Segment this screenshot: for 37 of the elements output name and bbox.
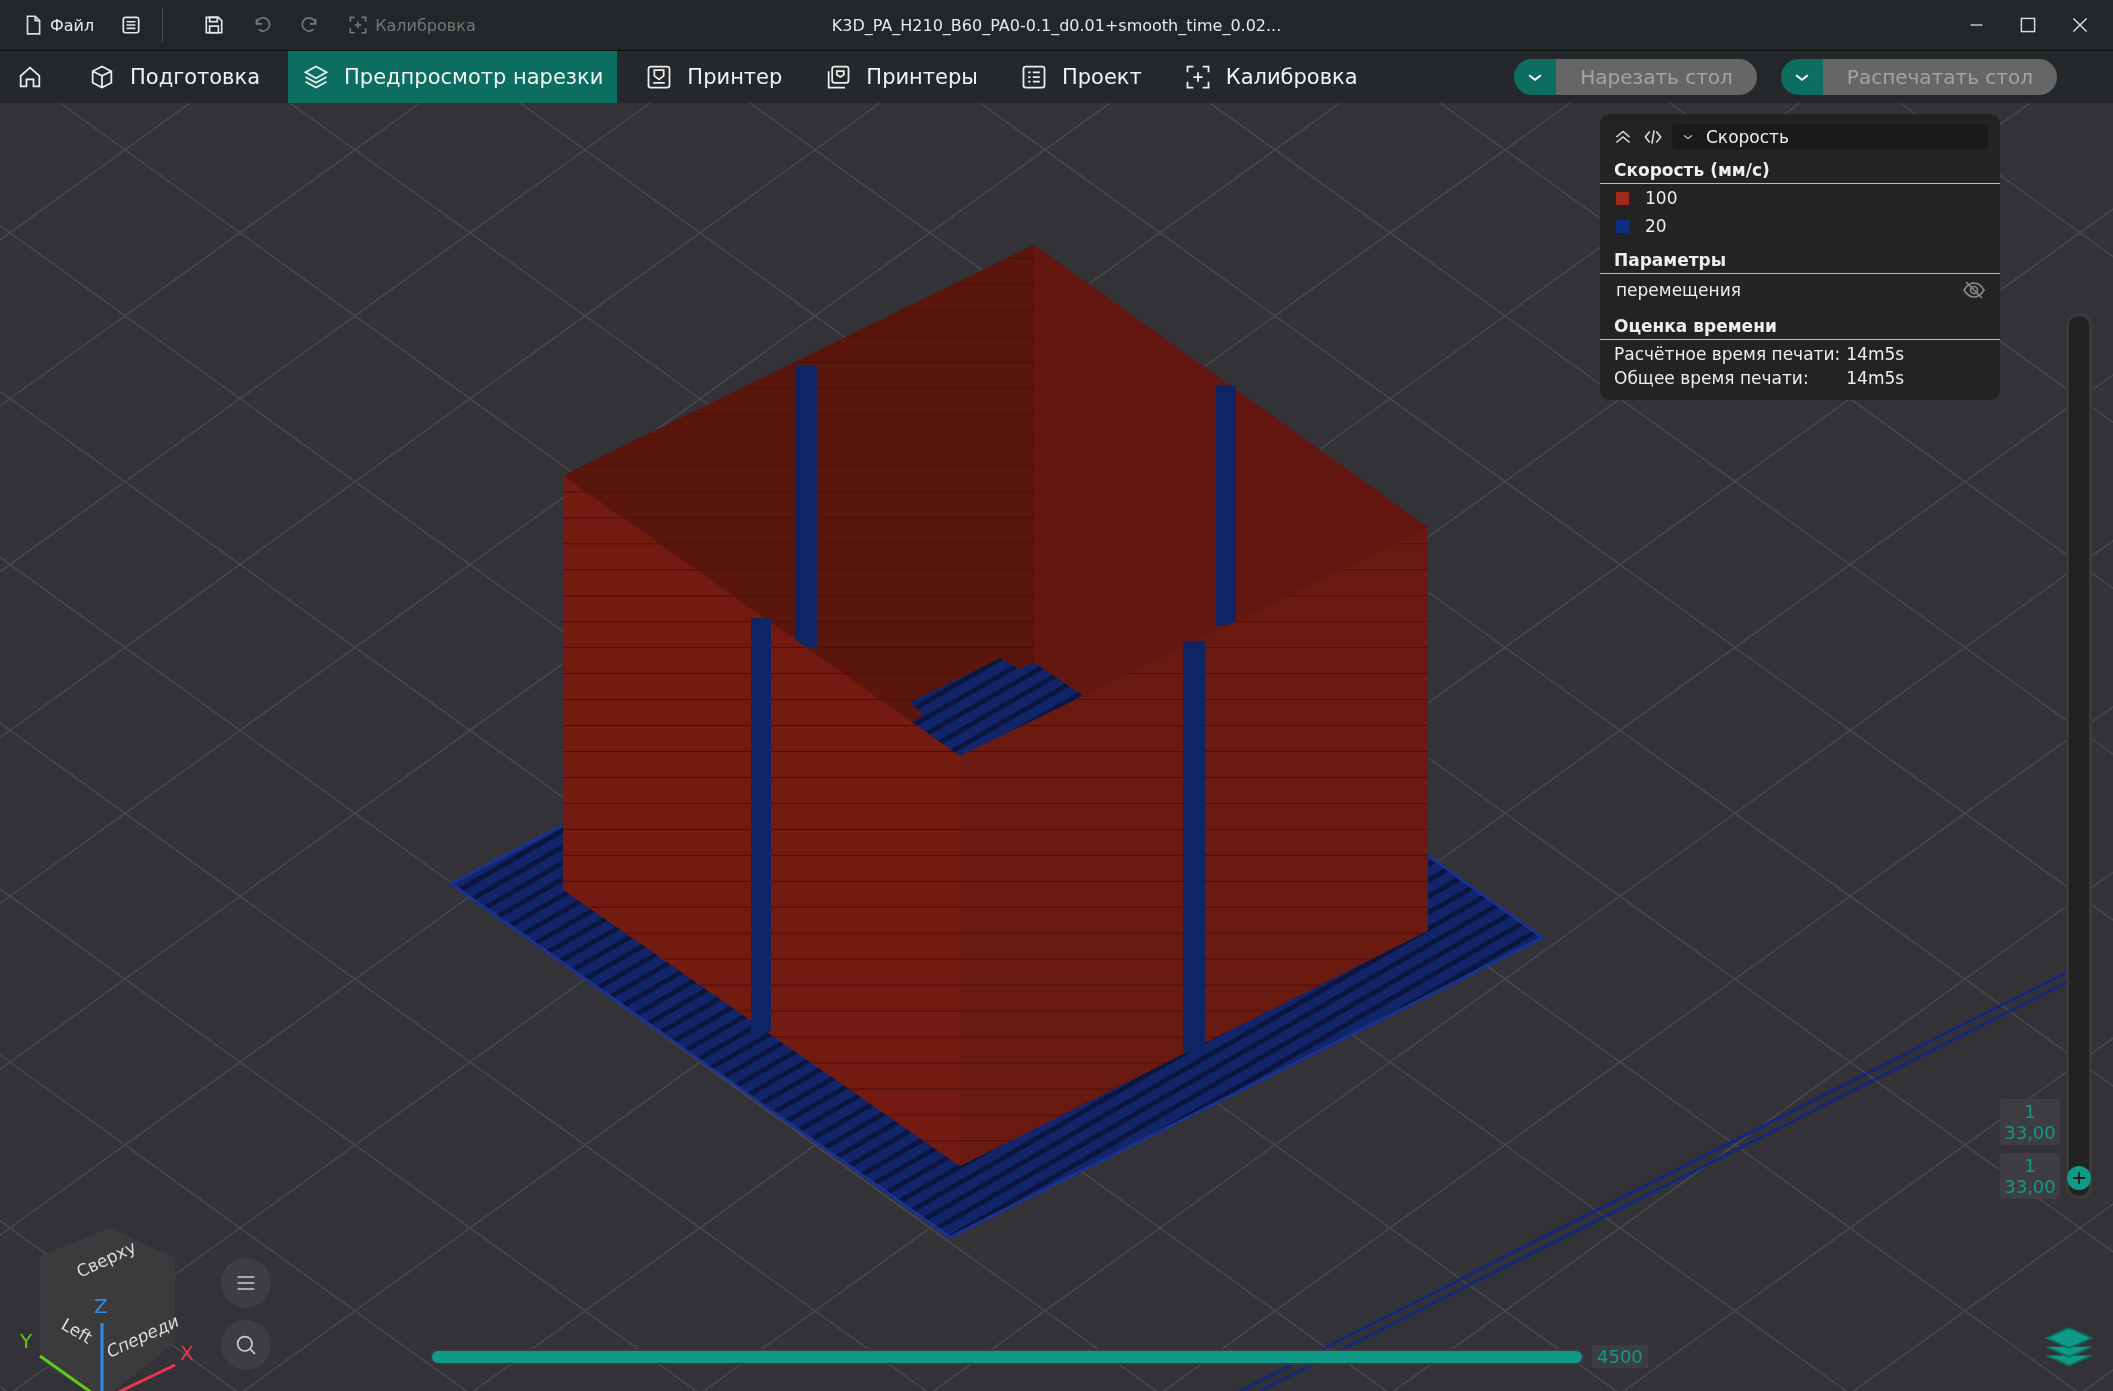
layer-label: 1 33,00 bbox=[2000, 1153, 2060, 1199]
slider-thumb[interactable] bbox=[2067, 1166, 2091, 1190]
tab[interactable]: Проект bbox=[1005, 51, 1156, 103]
chevron-icon bbox=[1528, 73, 1543, 81]
tab[interactable]: Подготовка bbox=[74, 51, 275, 103]
save-icon bbox=[203, 14, 226, 36]
search-button[interactable] bbox=[221, 1320, 271, 1370]
move-slider[interactable] bbox=[430, 1348, 1584, 1365]
move-reading: 4500 bbox=[1592, 1345, 1648, 1368]
layer-label: 1 33,00 bbox=[2000, 1099, 2060, 1145]
search-icon bbox=[234, 1333, 258, 1357]
menu-button[interactable] bbox=[221, 1258, 271, 1308]
time-label: Расчётное время печати: bbox=[1614, 344, 1841, 364]
tab[interactable]: Принтер bbox=[631, 51, 797, 103]
legend-label: 100 bbox=[1645, 188, 1678, 208]
view-mode-dropdown[interactable]: Скорость bbox=[1672, 124, 1988, 150]
section-title: Оценка времени bbox=[1600, 308, 2000, 340]
frame-icon bbox=[347, 14, 370, 36]
tab[interactable]: Принтеры bbox=[810, 51, 992, 103]
layers-icon bbox=[302, 63, 331, 91]
window-title: K3D_PA_H210_B60_PA0-0.1_d0.01+smooth_time_0.02... bbox=[831, 15, 1282, 35]
list-icon bbox=[120, 14, 143, 36]
minimize-icon bbox=[1968, 24, 1984, 26]
legend-label: 20 bbox=[1645, 216, 1667, 236]
section-title: Параметры bbox=[1600, 242, 2000, 274]
option-label: перемещения bbox=[1616, 280, 1741, 300]
chevron-icon bbox=[1794, 73, 1809, 81]
dropdown-button[interactable] bbox=[1514, 59, 1557, 95]
time-value: 14m5s bbox=[1846, 344, 1905, 364]
section-title: Скорость (мм/с) bbox=[1600, 152, 2000, 184]
time-label: Общее время печати: bbox=[1614, 368, 1810, 388]
tab[interactable]: Калибровка bbox=[1169, 51, 1372, 103]
dropdown-button[interactable] bbox=[1780, 59, 1823, 95]
layer-slider[interactable] bbox=[2066, 313, 2092, 1199]
time-value: 14m5s bbox=[1846, 368, 1905, 388]
file-menu[interactable]: Файл bbox=[16, 10, 101, 40]
tab[interactable]: Предпросмотр нарезки bbox=[288, 51, 618, 103]
